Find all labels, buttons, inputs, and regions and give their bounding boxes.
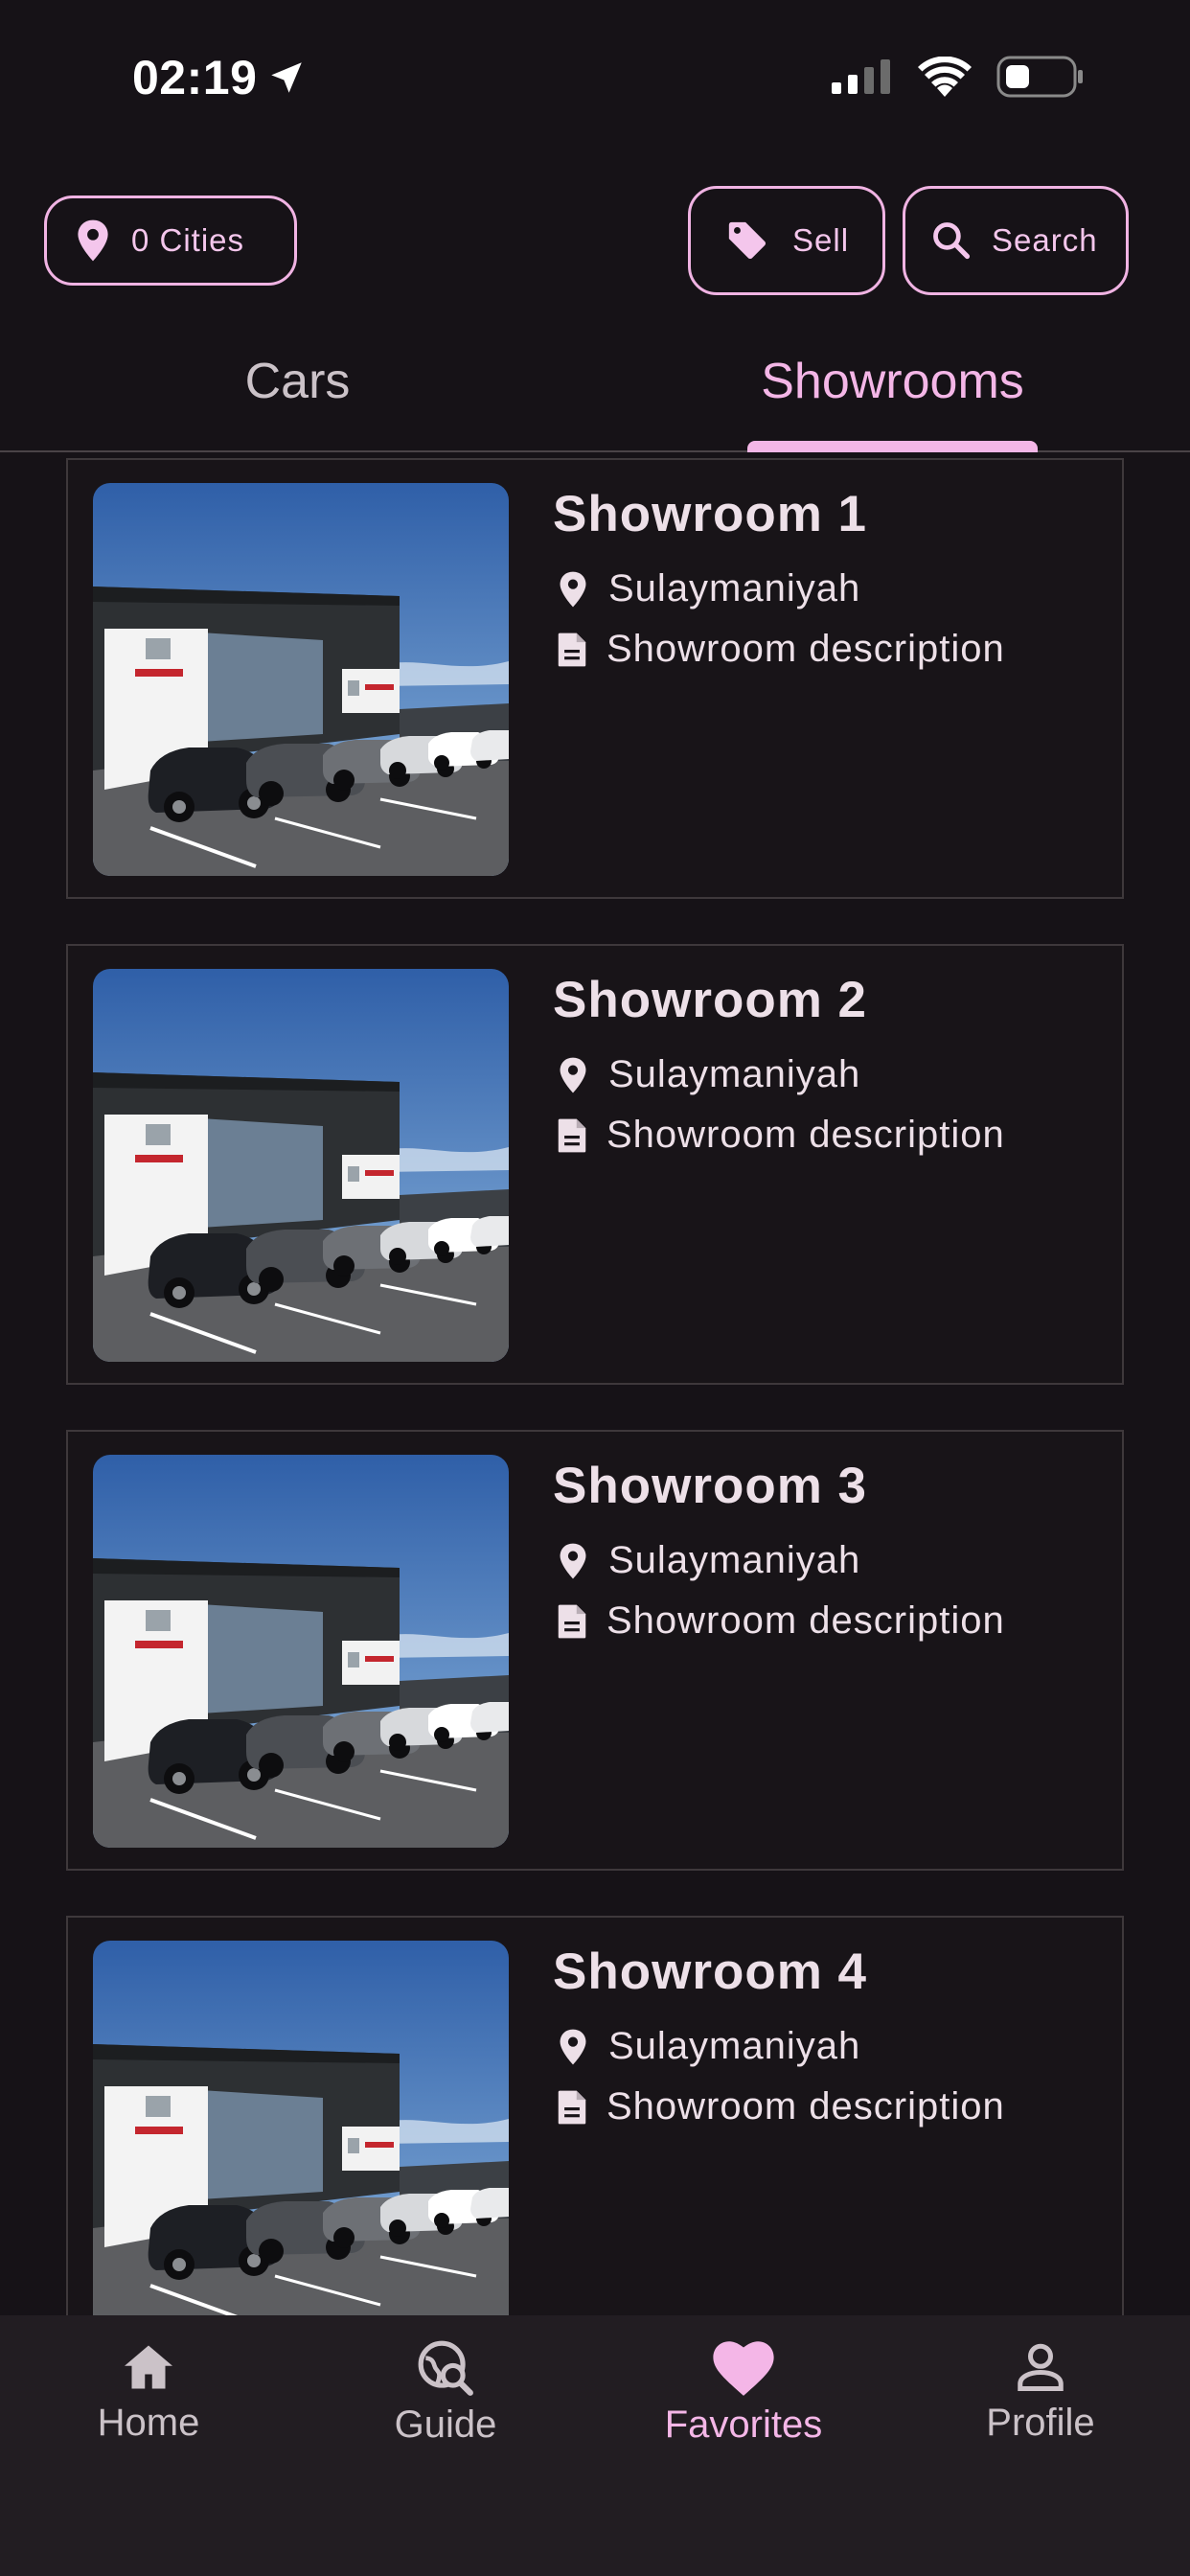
showroom-description: Showroom description — [606, 1599, 1005, 1642]
nav-guide[interactable]: Guide — [297, 2338, 594, 2447]
showroom-card[interactable]: Showroom 1 Sulaymaniyah Showroom descrip… — [66, 458, 1124, 899]
document-icon — [558, 1604, 586, 1638]
document-icon — [558, 632, 586, 666]
profile-icon — [1018, 2343, 1064, 2391]
showroom-city: Sulaymaniyah — [608, 1053, 861, 1095]
location-pin-icon — [560, 1543, 586, 1578]
tag-icon — [728, 221, 767, 260]
showroom-description: Showroom description — [606, 628, 1005, 670]
cellular-signal-icon — [832, 59, 890, 94]
showroom-city-row: Sulaymaniyah — [557, 1539, 860, 1582]
nav-profile[interactable]: Profile — [892, 2338, 1189, 2445]
guide-icon — [418, 2340, 473, 2396]
location-pin-icon — [560, 2029, 586, 2064]
showroom-image — [93, 969, 509, 1362]
home-icon — [125, 2345, 172, 2389]
showroom-description-row: Showroom description — [557, 2085, 1005, 2128]
showroom-description-row: Showroom description — [557, 628, 1005, 671]
search-label: Search — [992, 222, 1098, 258]
showroom-list[interactable]: Showroom 1 Sulaymaniyah Showroom descrip… — [0, 454, 1190, 2315]
cities-filter-label: 0 Cities — [131, 222, 245, 258]
showroom-photo — [93, 1941, 509, 2315]
showroom-description: Showroom description — [606, 2085, 1005, 2128]
showroom-title: Showroom 3 — [553, 1458, 868, 1514]
nav-favorites[interactable]: Favorites — [595, 2338, 892, 2447]
cities-filter-button[interactable]: 0 Cities — [44, 196, 297, 286]
document-icon — [558, 2090, 586, 2124]
tab-cars[interactable]: Cars — [0, 353, 595, 410]
showroom-image — [93, 483, 509, 876]
search-button[interactable]: Search — [903, 186, 1129, 295]
nav-guide-label: Guide — [394, 2404, 497, 2446]
navigation-arrow-icon — [271, 62, 303, 93]
search-icon — [933, 222, 971, 260]
status-time-text: 02:19 — [132, 51, 258, 104]
showroom-description-row: Showroom description — [557, 1599, 1005, 1643]
showroom-city-row: Sulaymaniyah — [557, 2025, 860, 2068]
sell-label: Sell — [792, 222, 850, 258]
sell-button[interactable]: Sell — [688, 186, 885, 295]
showroom-title: Showroom 2 — [553, 972, 868, 1028]
showroom-image — [93, 1941, 509, 2315]
tab-showrooms[interactable]: Showrooms — [595, 353, 1190, 410]
battery-icon — [996, 56, 1083, 98]
showroom-city: Sulaymaniyah — [608, 567, 861, 610]
showroom-photo — [93, 483, 509, 876]
location-pin-icon — [560, 1057, 586, 1092]
showroom-city-row: Sulaymaniyah — [557, 567, 860, 610]
showroom-description: Showroom description — [606, 1114, 1005, 1156]
showroom-card[interactable]: Showroom 4 Sulaymaniyah Showroom descrip… — [66, 1916, 1124, 2315]
document-icon — [558, 1118, 586, 1152]
nav-favorites-label: Favorites — [664, 2404, 823, 2446]
status-icons — [832, 56, 1085, 98]
showroom-city: Sulaymaniyah — [608, 2025, 861, 2067]
active-tab-indicator — [747, 441, 1038, 452]
nav-home-label: Home — [97, 2402, 200, 2444]
showroom-city: Sulaymaniyah — [608, 1539, 861, 1581]
showroom-title: Showroom 4 — [553, 1944, 868, 2000]
showroom-title: Showroom 1 — [553, 486, 868, 542]
showroom-description-row: Showroom description — [557, 1114, 1005, 1157]
location-pin-icon — [78, 219, 108, 262]
wifi-icon — [918, 57, 972, 97]
status-bar: 02:19 — [0, 0, 1190, 163]
showroom-photo — [93, 1455, 509, 1848]
location-pin-icon — [560, 571, 586, 607]
nav-home[interactable]: Home — [0, 2338, 297, 2445]
tab-bar: Cars Showrooms — [0, 345, 1190, 452]
showroom-photo — [93, 969, 509, 1362]
showroom-image — [93, 1455, 509, 1848]
status-time: 02:19 — [132, 50, 307, 105]
showroom-card[interactable]: Showroom 3 Sulaymaniyah Showroom descrip… — [66, 1430, 1124, 1871]
showroom-city-row: Sulaymaniyah — [557, 1053, 860, 1096]
heart-icon — [713, 2341, 774, 2396]
showroom-card[interactable]: Showroom 2 Sulaymaniyah Showroom descrip… — [66, 944, 1124, 1385]
nav-profile-label: Profile — [986, 2402, 1095, 2444]
bottom-navigation: Home Guide Favorites Profile — [0, 2315, 1190, 2576]
